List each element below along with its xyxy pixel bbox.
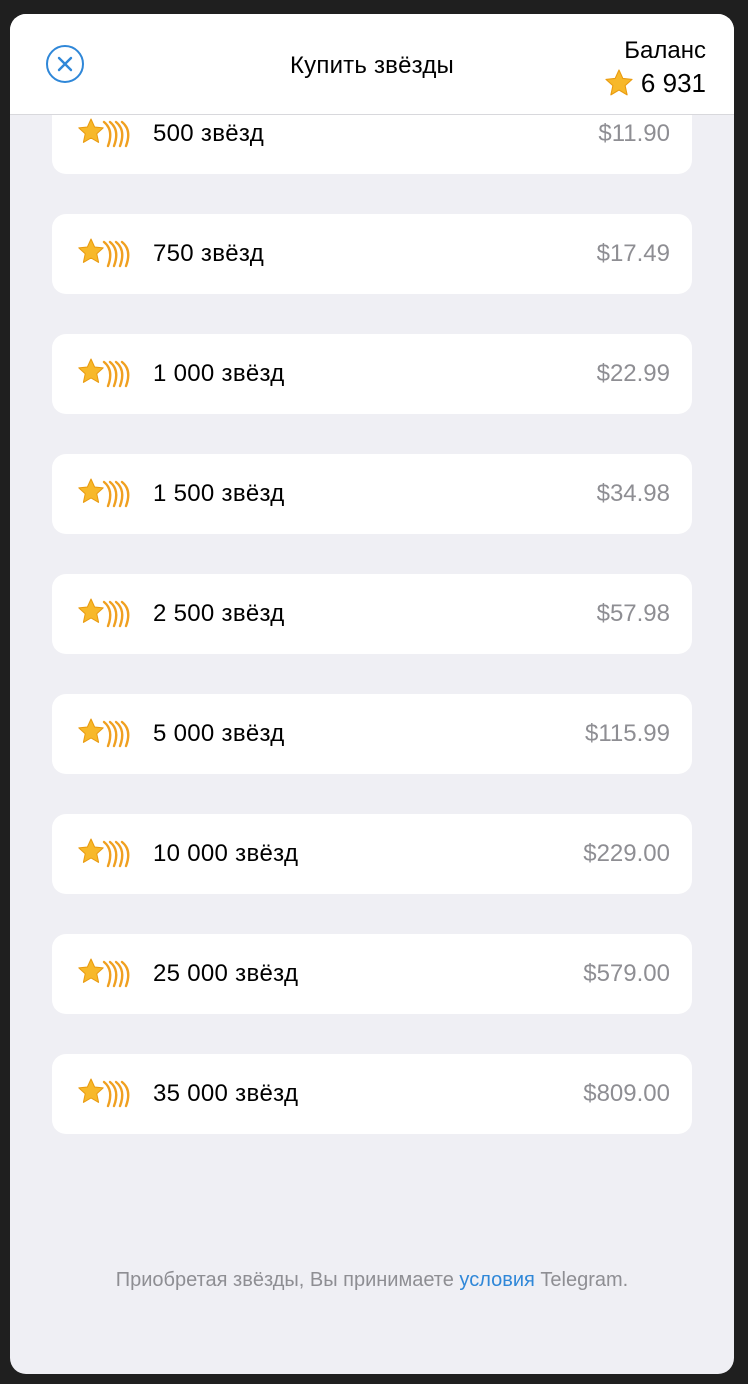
balance-label: Баланс [624,37,706,64]
header: Купить звёзды Баланс 6 931 [10,14,734,115]
star-package-item[interactable]: 1 000 звёзд $22.99 [52,334,692,414]
package-label: 5 000 звёзд [153,720,285,747]
package-price: $115.99 [585,720,670,747]
package-label: 2 500 звёзд [153,600,285,627]
buy-stars-sheet: Купить звёзды Баланс 6 931 350 звёзд$8.0… [10,14,734,1374]
star-package-item[interactable]: 750 звёзд $17.49 [52,214,692,294]
terms-note: Приобретая звёзды, Вы принимаете условия… [70,1266,674,1294]
star-package-item[interactable]: 35 000 звёзд $809.00 [52,1054,692,1134]
star-package-item[interactable]: 5 000 звёзд $115.99 [52,694,692,774]
package-label: 750 звёзд [153,240,264,267]
balance-value: 6 931 [640,68,706,98]
stars-icon [74,1076,136,1112]
package-price: $809.00 [583,1080,670,1107]
star-package-item[interactable]: 2 500 звёзд $57.98 [52,574,692,654]
star-package-item[interactable]: 10 000 звёзд $229.00 [52,814,692,894]
package-price: $57.98 [596,600,670,627]
package-label: 25 000 звёзд [153,960,299,987]
package-label: 35 000 звёзд [153,1080,299,1107]
stars-icon [74,356,136,392]
terms-text: Приобретая звёзды, Вы принимаете [115,1269,460,1291]
stars-icon [74,236,136,272]
balance: Баланс 6 931 [603,36,706,99]
package-label: 1 000 звёзд [153,360,285,387]
package-price: $17.49 [596,240,670,267]
star-icon [605,69,633,96]
terms-text-end: Telegram. [534,1269,629,1291]
package-price: $34.98 [596,480,670,507]
stars-icon [74,716,136,752]
stars-icon [74,116,136,152]
package-price: $22.99 [596,360,670,387]
stars-icon [74,596,136,632]
terms-link[interactable]: условия [459,1269,534,1291]
package-price: $229.00 [583,840,670,867]
package-label: 10 000 звёзд [153,840,299,867]
star-package-item[interactable]: 25 000 звёзд $579.00 [52,934,692,1014]
star-package-item[interactable]: 1 500 звёзд $34.98 [52,454,692,534]
stars-icon [74,956,136,992]
package-label: 1 500 звёзд [153,480,285,507]
stars-icon [74,476,136,512]
stars-icon [74,836,136,872]
package-price: $579.00 [583,960,670,987]
